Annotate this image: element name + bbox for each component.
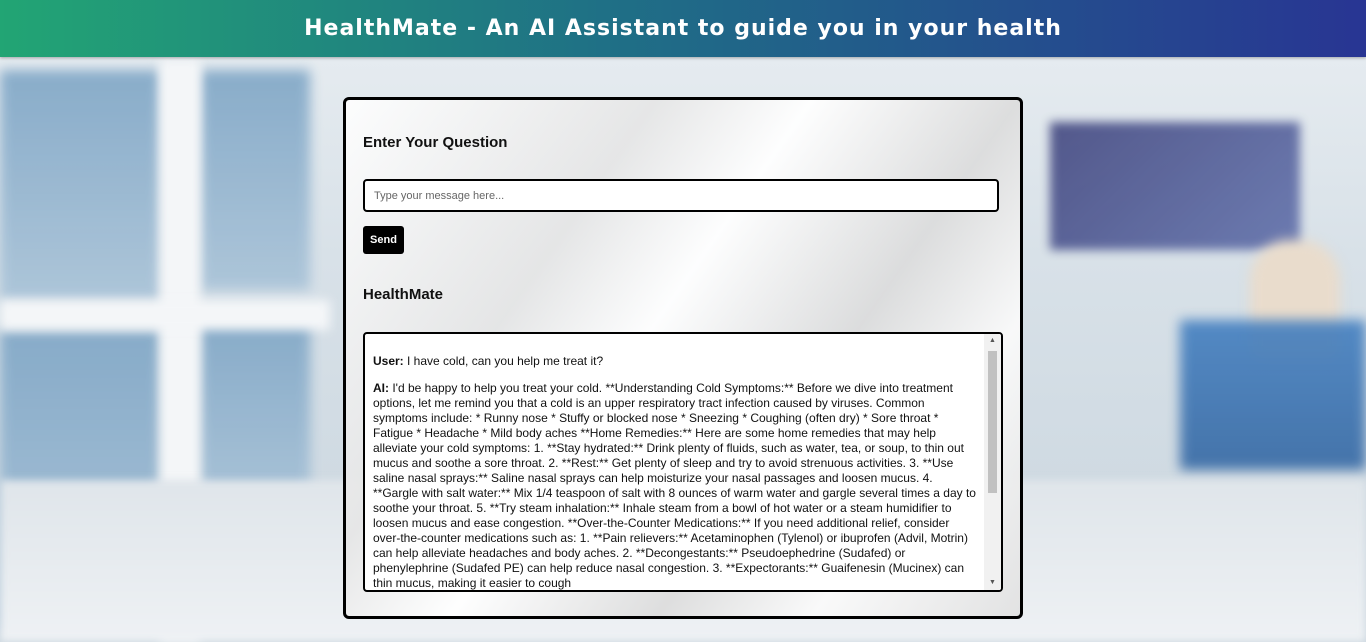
user-speaker-label: User: [373, 354, 408, 368]
scroll-thumb[interactable] [988, 351, 997, 493]
chat-scrollbar[interactable]: ▲ ▼ [984, 334, 1001, 590]
ai-speaker-label: AI: [373, 381, 393, 395]
scroll-up-arrow-icon[interactable]: ▲ [984, 334, 1001, 348]
ai-message: AI: I'd be happy to help you treat your … [373, 381, 977, 590]
chat-card: Enter Your Question Send HealthMate User… [343, 97, 1023, 619]
user-message-text: I have cold, can you help me treat it? [407, 354, 604, 368]
app-title: HealthMate - An AI Assistant to guide yo… [304, 16, 1062, 41]
chat-history[interactable]: User: I have cold, can you help me treat… [363, 332, 1003, 592]
ai-message-text: I'd be happy to help you treat your cold… [373, 381, 976, 590]
user-message: User: I have cold, can you help me treat… [373, 354, 977, 369]
send-button[interactable]: Send [363, 226, 404, 254]
response-heading: HealthMate [363, 286, 444, 303]
app-header: HealthMate - An AI Assistant to guide yo… [0, 0, 1366, 57]
message-input[interactable] [363, 179, 999, 212]
question-heading: Enter Your Question [363, 134, 508, 151]
scroll-down-arrow-icon[interactable]: ▼ [984, 576, 1001, 590]
chat-messages: User: I have cold, can you help me treat… [373, 354, 977, 590]
